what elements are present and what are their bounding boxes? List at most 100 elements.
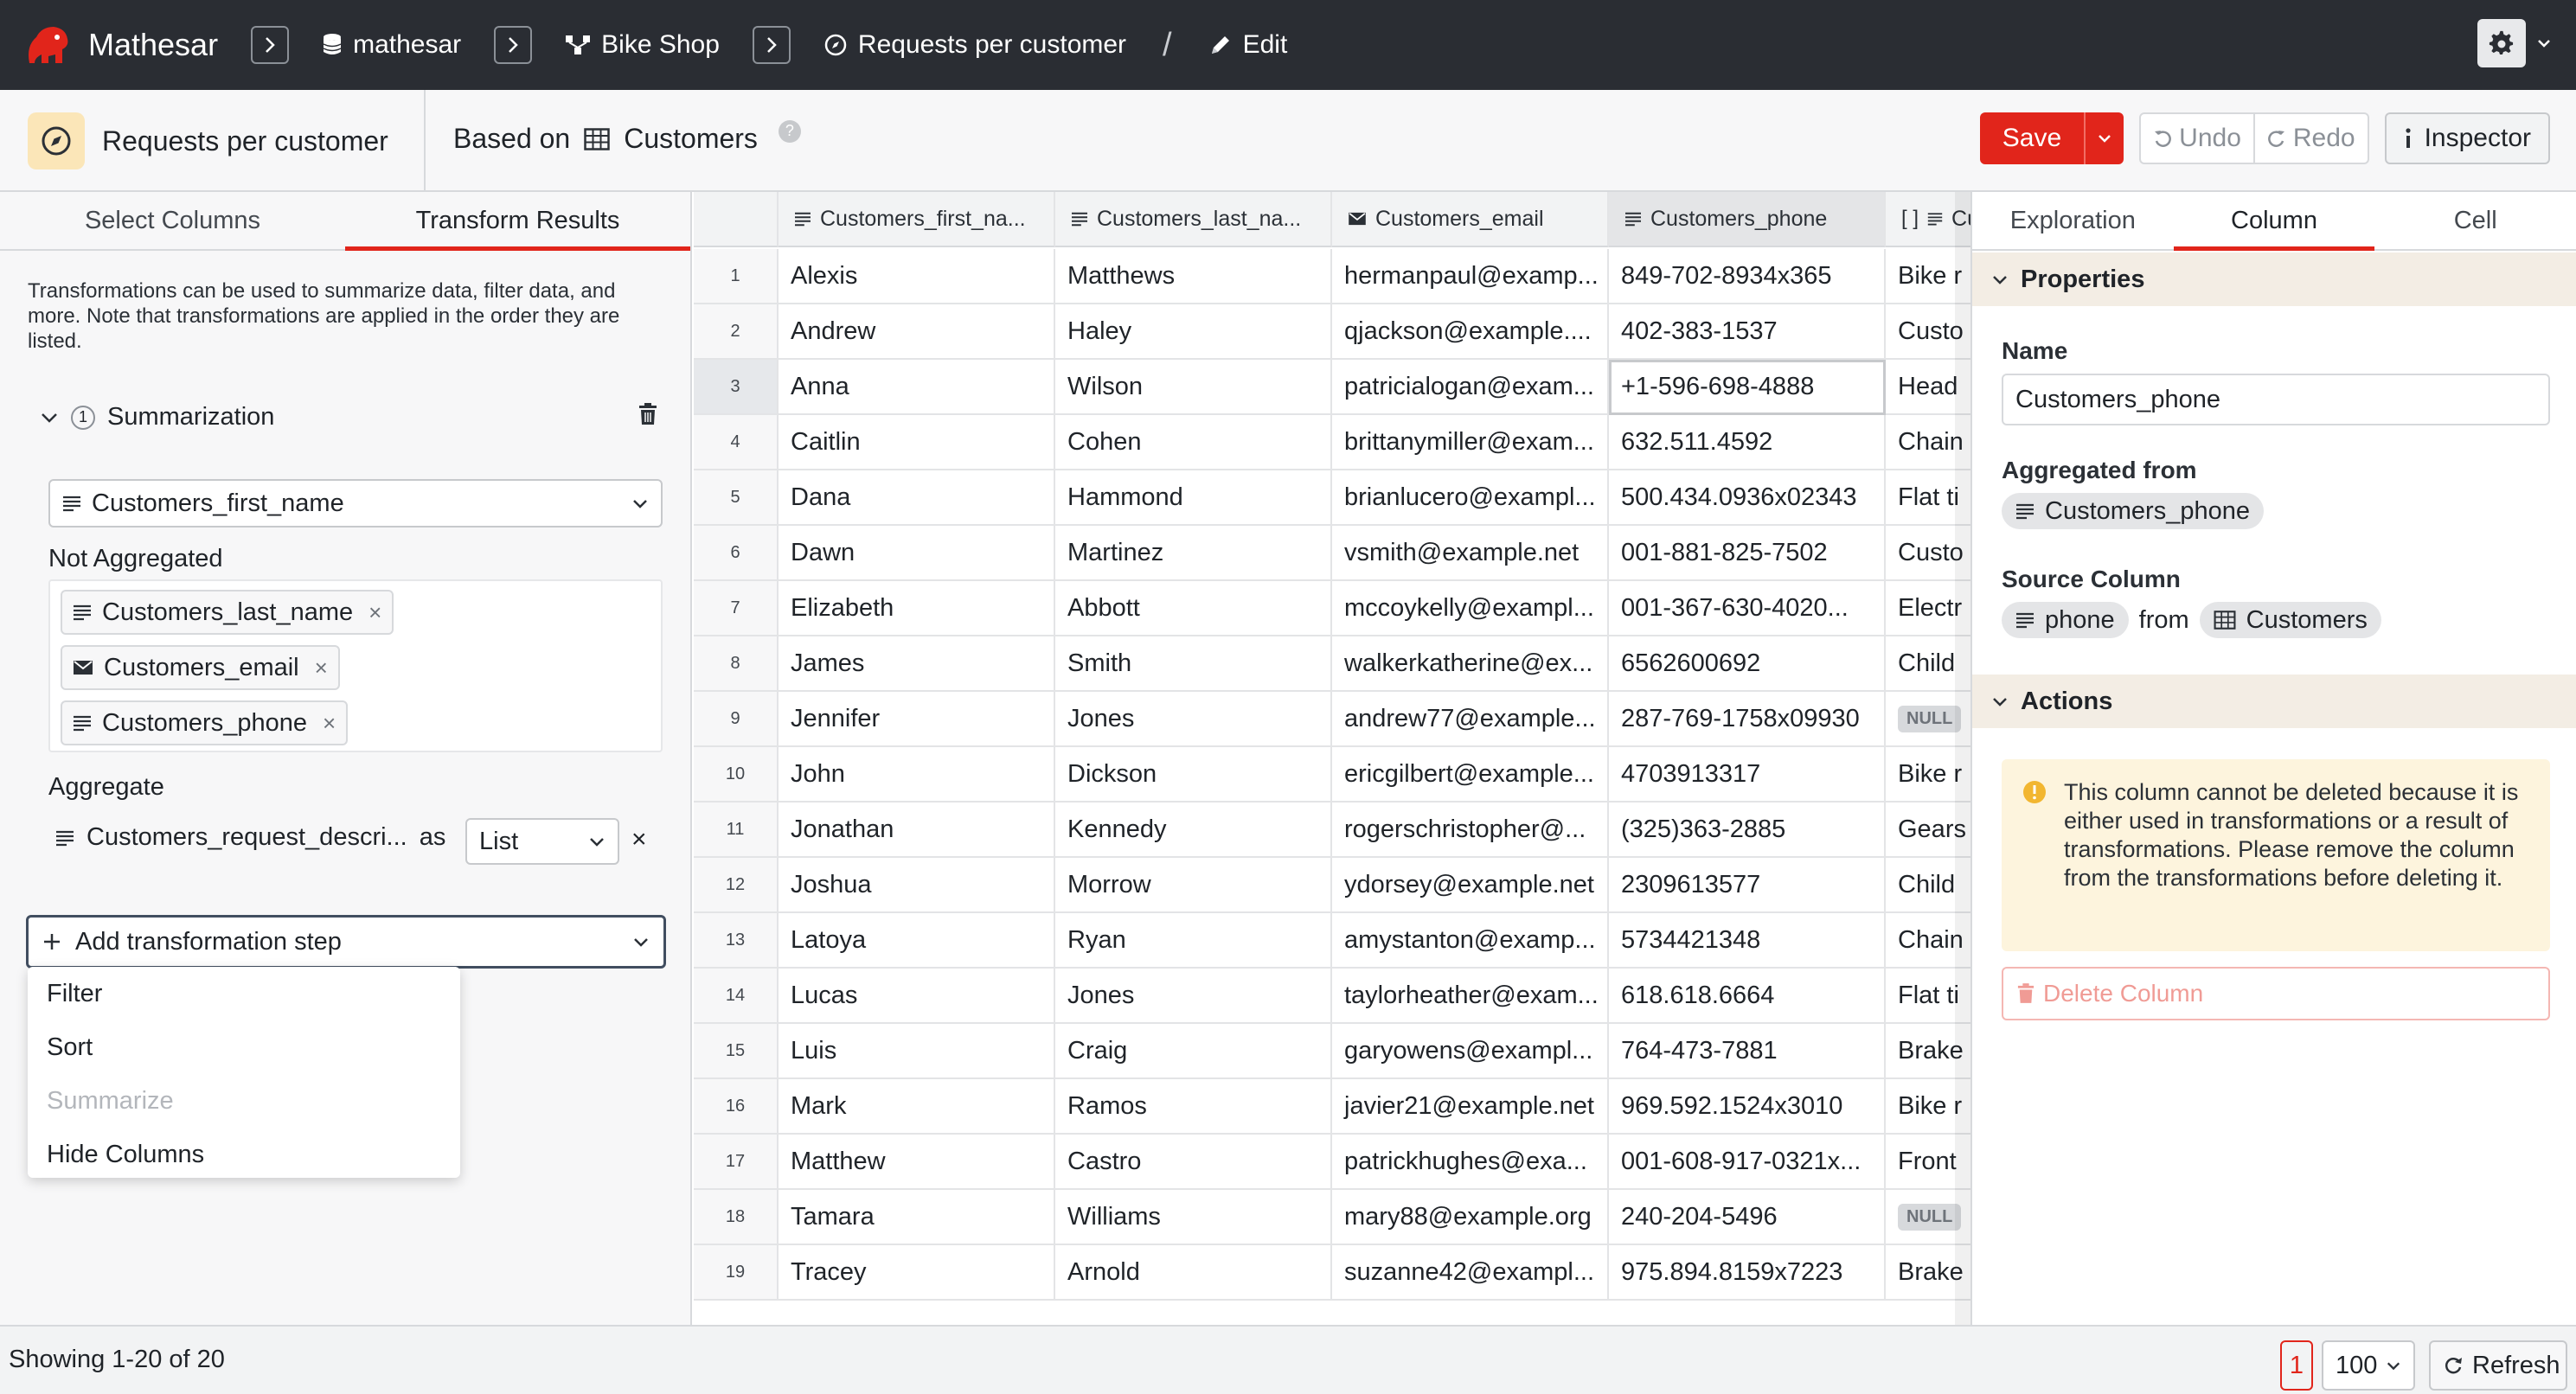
last-name-cell[interactable]: Dickson: [1055, 747, 1332, 803]
phone-cell[interactable]: 969.592.1524x3010: [1609, 1079, 1886, 1135]
first-name-cell[interactable]: Mark: [779, 1079, 1055, 1135]
row-number[interactable]: 19: [694, 1245, 779, 1301]
first-name-cell[interactable]: Tamara: [779, 1190, 1055, 1245]
phone-cell[interactable]: 618.618.6664: [1609, 969, 1886, 1024]
help-icon[interactable]: ?: [778, 119, 801, 143]
phone-cell[interactable]: 001-367-630-4020...: [1609, 581, 1886, 636]
app-logo-link[interactable]: Mathesar: [22, 0, 218, 90]
phone-cell[interactable]: 001-608-917-0321x...: [1609, 1135, 1886, 1190]
save-options-button[interactable]: [2084, 112, 2124, 164]
last-name-cell[interactable]: Matthews: [1055, 249, 1332, 304]
first-name-cell[interactable]: Dawn: [779, 526, 1055, 581]
menu-item-filter[interactable]: Filter: [28, 967, 460, 1020]
phone-cell[interactable]: 632.511.4592: [1609, 415, 1886, 470]
last-name-cell[interactable]: Cohen: [1055, 415, 1332, 470]
menu-item-sort[interactable]: Sort: [28, 1020, 460, 1074]
row-number[interactable]: 9: [694, 692, 779, 747]
not-aggregated-chip[interactable]: Customers_last_name ×: [61, 590, 394, 635]
last-name-cell[interactable]: Ryan: [1055, 913, 1332, 969]
save-button[interactable]: Save: [1979, 112, 2124, 164]
tab-transform-results[interactable]: Transform Results: [345, 192, 690, 251]
settings-menu[interactable]: [2477, 19, 2552, 67]
gear-icon[interactable]: [2477, 19, 2526, 67]
phone-cell[interactable]: 764-473-7881: [1609, 1024, 1886, 1079]
email-cell[interactable]: walkerkatherine@ex...: [1332, 636, 1609, 692]
email-cell[interactable]: rogerschristopher@...: [1332, 803, 1609, 858]
base-table-link[interactable]: Customers: [624, 123, 758, 155]
email-cell[interactable]: hermanpaul@examp...: [1332, 249, 1609, 304]
row-number[interactable]: 11: [694, 803, 779, 858]
email-cell[interactable]: javier21@example.net: [1332, 1079, 1609, 1135]
last-name-cell[interactable]: Ramos: [1055, 1079, 1332, 1135]
column-header[interactable]: Customers_last_na...: [1055, 192, 1332, 247]
tab-select-columns[interactable]: Select Columns: [0, 192, 345, 249]
row-number[interactable]: 16: [694, 1079, 779, 1135]
breadcrumb-separator[interactable]: [752, 26, 791, 64]
email-cell[interactable]: ericgilbert@example...: [1332, 747, 1609, 803]
first-name-cell[interactable]: Luis: [779, 1024, 1055, 1079]
email-cell[interactable]: mary88@example.org: [1332, 1190, 1609, 1245]
row-number[interactable]: 12: [694, 858, 779, 913]
properties-section-header[interactable]: Properties: [1972, 253, 2576, 306]
first-name-cell[interactable]: Dana: [779, 470, 1055, 526]
email-cell[interactable]: garyowens@exampl...: [1332, 1024, 1609, 1079]
phone-cell[interactable]: 5734421348: [1609, 913, 1886, 969]
email-cell[interactable]: patricialogan@exam...: [1332, 360, 1609, 415]
row-number[interactable]: 4: [694, 415, 779, 470]
tab-column[interactable]: Column: [2173, 192, 2375, 251]
first-name-cell[interactable]: Alexis: [779, 249, 1055, 304]
column-header[interactable]: Customers_first_na...: [779, 192, 1055, 247]
first-name-cell[interactable]: James: [779, 636, 1055, 692]
remove-icon[interactable]: ×: [323, 710, 336, 737]
first-name-cell[interactable]: Anna: [779, 360, 1055, 415]
first-name-cell[interactable]: Caitlin: [779, 415, 1055, 470]
row-number[interactable]: 13: [694, 913, 779, 969]
email-cell[interactable]: andrew77@example...: [1332, 692, 1609, 747]
row-number[interactable]: 10: [694, 747, 779, 803]
phone-cell[interactable]: 2309613577: [1609, 858, 1886, 913]
phone-cell[interactable]: 287-769-1758x09930: [1609, 692, 1886, 747]
row-number[interactable]: 7: [694, 581, 779, 636]
phone-cell[interactable]: 849-702-8934x365: [1609, 249, 1886, 304]
redo-button[interactable]: Redo: [2252, 114, 2368, 163]
email-cell[interactable]: amystanton@examp...: [1332, 913, 1609, 969]
menu-item-hide-columns[interactable]: Hide Columns: [28, 1128, 460, 1181]
last-name-cell[interactable]: Arnold: [1055, 1245, 1332, 1301]
actions-section-header[interactable]: Actions: [1972, 675, 2576, 728]
summarization-step-header[interactable]: 1 Summarization: [40, 403, 657, 432]
breadcrumb-separator[interactable]: [494, 26, 533, 64]
email-cell[interactable]: suzanne42@exampl...: [1332, 1245, 1609, 1301]
first-name-cell[interactable]: John: [779, 747, 1055, 803]
row-number[interactable]: 3: [694, 360, 779, 415]
phone-cell[interactable]: 6562600692: [1609, 636, 1886, 692]
breadcrumb-edit[interactable]: Edit: [1208, 0, 1287, 90]
phone-cell[interactable]: 4703913317: [1609, 747, 1886, 803]
page-size-select[interactable]: 100: [2322, 1340, 2415, 1391]
row-number[interactable]: 15: [694, 1024, 779, 1079]
first-name-cell[interactable]: Jennifer: [779, 692, 1055, 747]
last-name-cell[interactable]: Craig: [1055, 1024, 1332, 1079]
last-name-cell[interactable]: Kennedy: [1055, 803, 1332, 858]
email-cell[interactable]: patrickhughes@exa...: [1332, 1135, 1609, 1190]
row-number[interactable]: 17: [694, 1135, 779, 1190]
group-by-select[interactable]: Customers_first_name: [48, 479, 663, 528]
row-number[interactable]: 2: [694, 304, 779, 360]
phone-cell[interactable]: 001-881-825-7502: [1609, 526, 1886, 581]
breadcrumb-separator[interactable]: [251, 26, 290, 64]
inspector-button[interactable]: Inspector: [2384, 112, 2550, 164]
first-name-cell[interactable]: Lucas: [779, 969, 1055, 1024]
first-name-cell[interactable]: Jonathan: [779, 803, 1055, 858]
column-name-input[interactable]: Customers_phone: [2002, 374, 2550, 425]
column-header[interactable]: Customers_email: [1332, 192, 1609, 247]
row-number[interactable]: 1: [694, 249, 779, 304]
row-number[interactable]: 6: [694, 526, 779, 581]
last-name-cell[interactable]: Wilson: [1055, 360, 1332, 415]
last-name-cell[interactable]: Martinez: [1055, 526, 1332, 581]
aggregate-function-select[interactable]: List: [465, 818, 619, 865]
tab-cell[interactable]: Cell: [2374, 192, 2576, 249]
refresh-button[interactable]: Refresh: [2429, 1340, 2567, 1391]
page-button[interactable]: 1: [2280, 1340, 2313, 1391]
email-cell[interactable]: mccoykelly@exampl...: [1332, 581, 1609, 636]
phone-cell[interactable]: +1-596-698-4888: [1609, 360, 1886, 415]
first-name-cell[interactable]: Andrew: [779, 304, 1055, 360]
